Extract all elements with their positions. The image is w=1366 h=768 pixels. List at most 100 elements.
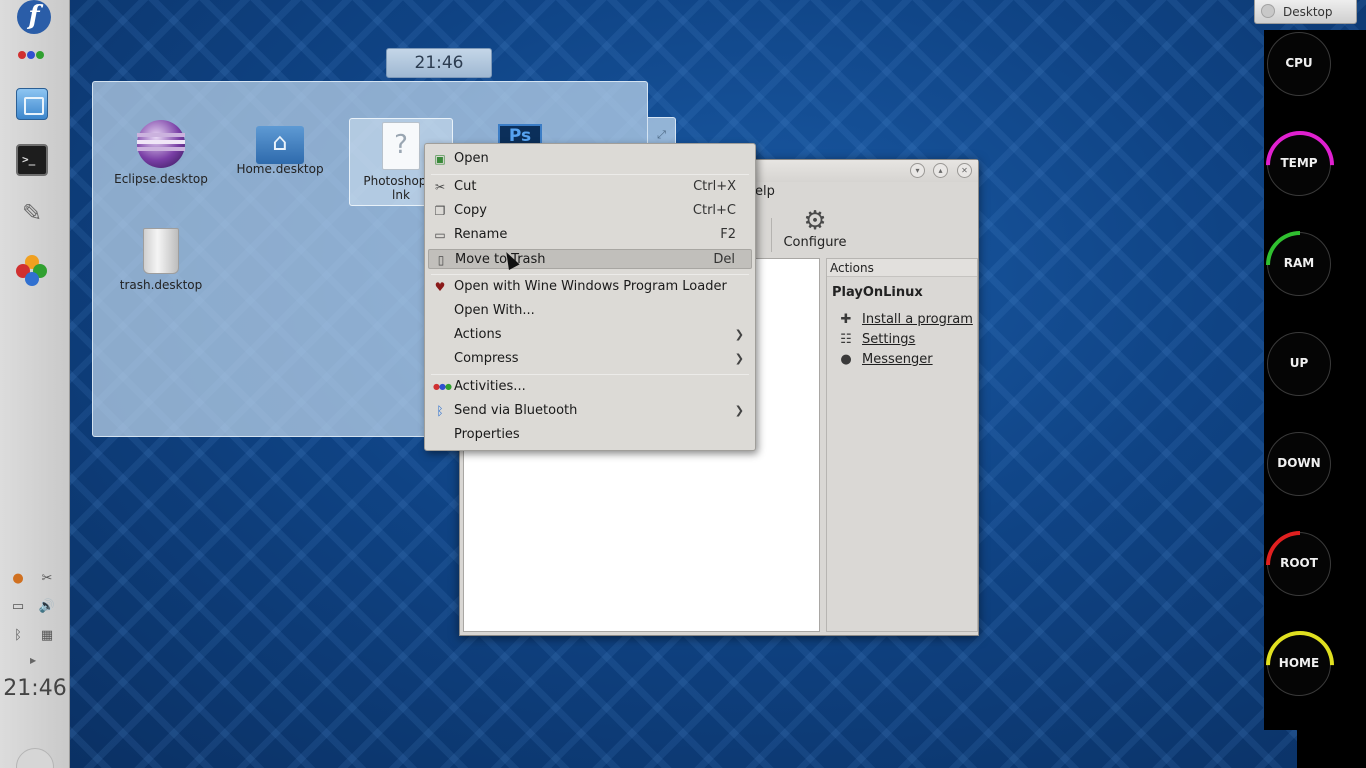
menu-item-label: Open with Wine Windows Program Loader [454,279,727,294]
settings-list-icon: ☷ [840,332,852,347]
scissors-icon[interactable]: ✂ [37,570,57,588]
download-gauge[interactable]: DOWN [1267,432,1331,496]
cpu-gauge[interactable]: CPU [1267,32,1331,96]
action-label: Install a program [862,312,973,327]
minimize-icon[interactable]: ▾ [910,163,925,178]
settings-link[interactable]: ☷ Settings [827,332,977,348]
copy-icon: ❐ [434,204,446,218]
actions-panel: Actions PlayOnLinux ✚ Install a program … [826,258,978,632]
menu-item-label: Rename [454,227,508,242]
trash-icon [143,228,179,274]
desktop-item-home[interactable]: Home.desktop [230,120,330,176]
menu-item-open-with[interactable]: Open With... [428,301,752,321]
menu-help[interactable]: elp [755,184,775,199]
menu-item-label: Cut [454,179,477,194]
submenu-arrow-icon: ❯ [734,328,744,341]
bluetooth-icon[interactable]: ᛒ [8,627,28,645]
clock-widget: 21:46 [386,48,492,78]
wine-icon: ♥ [434,280,446,294]
upload-gauge[interactable]: UP [1267,332,1331,396]
plus-icon: ✚ [840,312,852,327]
panel-splitter[interactable] [821,258,825,632]
submenu-arrow-icon: ❯ [734,352,744,365]
eclipse-icon [137,120,185,168]
menu-item-shortcut: F2 [720,227,736,242]
menu-item-label: Copy [454,203,487,218]
menu-item-properties[interactable]: Properties [428,425,752,445]
home-disk-gauge[interactable]: HOME [1251,616,1349,714]
menu-item-activities[interactable]: ●●● Activities... [428,377,752,397]
menu-item-compress[interactable]: Compress ❯ [428,349,752,369]
actions-header: Actions [827,259,977,277]
menu-item-label: Activities... [454,379,526,394]
desktop-icon [1261,4,1275,18]
menu-item-open[interactable]: ▣ Open [428,149,752,169]
gauge-label: TEMP [1280,156,1318,170]
scissors-icon: ✂ [434,180,446,194]
keyboard-icon[interactable]: ▭ [8,598,28,616]
home-folder-icon [256,126,304,164]
panel-clock[interactable]: 21:46 [0,676,70,701]
close-icon[interactable]: ✕ [957,163,972,178]
menu-item-open-with-wine[interactable]: ♥ Open with Wine Windows Program Loader [428,277,752,297]
panel-toolbox-button[interactable] [16,748,54,768]
temp-gauge[interactable]: TEMP [1251,116,1349,214]
menu-item-shortcut: Ctrl+X [693,179,736,194]
rename-icon: ▭ [434,228,446,242]
ram-gauge[interactable]: RAM [1251,216,1349,314]
gimp-icon[interactable]: ✎ [16,198,48,230]
gauge-label: HOME [1278,656,1320,670]
root-disk-gauge[interactable]: ROOT [1251,516,1349,614]
chat-bubble-icon: ● [840,352,852,367]
menu-item-label: Open [454,151,489,166]
playonlinux-icon[interactable] [16,255,48,287]
gauge-label: UP [1289,356,1309,370]
desktop-item-label: Home.desktop [236,162,324,176]
gauge-label: DOWN [1277,456,1321,470]
klipper-icon[interactable]: ● [8,570,28,588]
desktop-toolbox-tab[interactable]: Desktop [1254,0,1357,24]
desktop-item-trash[interactable]: trash.desktop [111,228,211,292]
menu-item-rename[interactable]: ▭ Rename F2 [428,225,752,245]
menu-item-shortcut: Ctrl+C [692,203,736,218]
gauge-label: CPU [1285,56,1313,70]
menu-separator [431,174,749,175]
tray-expand-arrow-icon[interactable]: ▶ [30,656,36,665]
context-menu: ▣ Open ✂ Cut Ctrl+X ❐ Copy Ctrl+C ▭ Rena… [424,143,756,451]
menu-item-label: Move to Trash [455,252,546,267]
menu-item-cut[interactable]: ✂ Cut Ctrl+X [428,177,752,197]
gauge-label: ROOT [1280,556,1318,570]
volume-icon[interactable]: 🔊 [37,598,57,616]
menu-item-copy[interactable]: ❐ Copy Ctrl+C [428,201,752,221]
install-program-link[interactable]: ✚ Install a program [827,312,977,328]
open-icon: ▣ [434,152,446,166]
trash-icon: ▯ [437,253,445,267]
gauge-label: RAM [1283,256,1315,270]
configure-button[interactable]: ⚙ Configure [780,208,850,250]
configure-label: Configure [783,235,847,250]
menu-item-label: Send via Bluetooth [454,403,578,418]
desktop-item-label: Eclipse.desktop [114,172,208,186]
menu-item-move-to-trash[interactable]: ▯ Move to Trash Del [428,249,752,269]
desktop-item-label: trash.desktop [119,278,203,292]
menu-item-send-via-bluetooth[interactable]: ᛒ Send via Bluetooth ❯ [428,401,752,421]
menu-item-label: Actions [454,327,502,342]
menu-item-actions[interactable]: Actions ❯ [428,325,752,345]
printer-icon[interactable]: ▦ [37,627,57,645]
desktop-item-eclipse[interactable]: Eclipse.desktop [111,120,211,186]
messenger-link[interactable]: ● Messenger [827,352,977,368]
actions-title: PlayOnLinux [832,285,923,300]
action-label: Settings [862,332,916,347]
maximize-icon[interactable]: ▴ [933,163,948,178]
file-manager-icon[interactable] [16,88,48,120]
activities-icon[interactable] [18,48,50,60]
terminal-icon[interactable]: >_ [16,144,48,176]
menu-item-label: Properties [454,427,520,442]
fedora-logo-icon[interactable]: f [17,0,51,34]
menu-item-shortcut: Del [713,252,735,267]
system-monitor-panel-base [1297,730,1366,768]
toolbar-separator [771,218,772,252]
menu-separator [431,274,749,275]
gear-icon: ⚙ [803,206,827,236]
activities-icon: ●●● [433,382,452,391]
